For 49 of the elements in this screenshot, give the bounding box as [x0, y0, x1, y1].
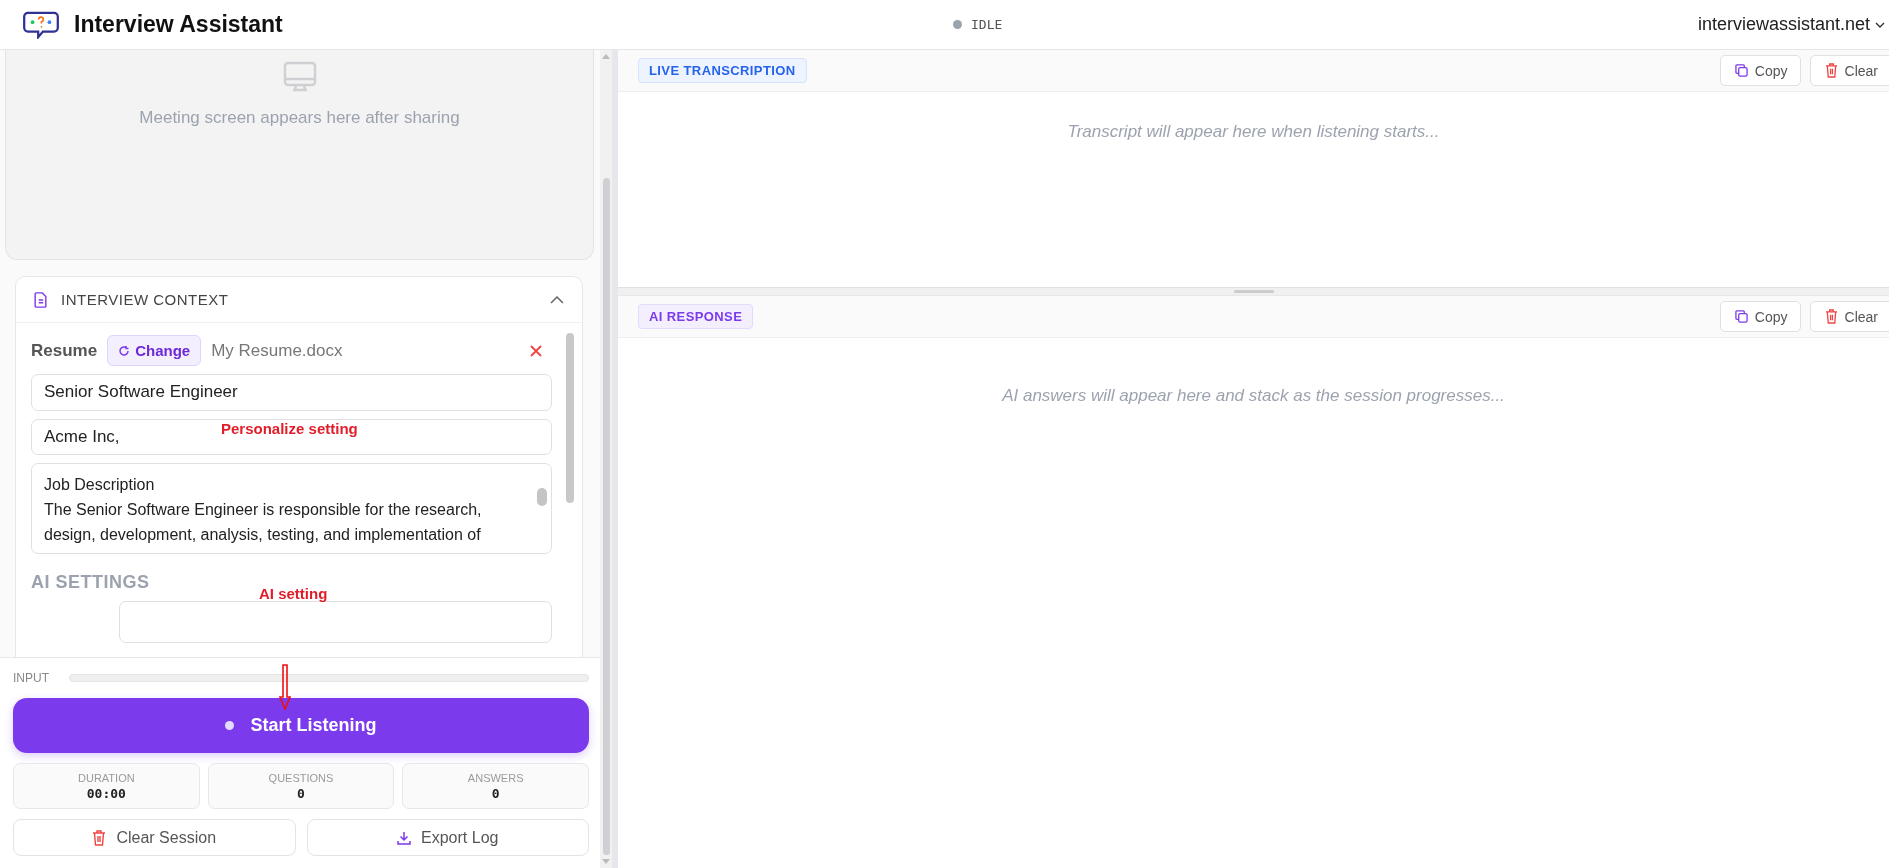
scrollbar[interactable] [600, 50, 612, 868]
copy-icon [1734, 310, 1748, 323]
interview-context-header[interactable]: INTERVIEW CONTEXT [16, 277, 582, 323]
resume-filename: My Resume.docx [211, 340, 344, 361]
input-label: INPUT [13, 671, 49, 685]
stat-value: 0 [491, 785, 500, 801]
download-icon [397, 830, 412, 845]
annotation-text: AI setting [259, 585, 328, 602]
annotation-text: Personalize setting [221, 420, 358, 437]
domain-dropdown[interactable]: interviewassistant.net [1697, 14, 1889, 35]
scroll-up-arrow-icon[interactable] [602, 54, 610, 59]
transcript-area: Transcript will appear here when listening starts... [618, 92, 1889, 287]
clear-session-button[interactable]: Clear Session [13, 819, 296, 856]
remove-icon[interactable] [530, 344, 542, 357]
stat-value: 0 [297, 785, 305, 801]
status-label: IDLE [971, 17, 1003, 32]
preview-message: Meeting screen appears here after sharing [139, 108, 460, 128]
stat-value: 00:00 [86, 785, 126, 801]
response-area: AI answers will appear here and stack as the session progresses... [618, 338, 1889, 868]
chat-bubble-logo-icon [22, 10, 60, 39]
monitor-icon [282, 60, 317, 94]
clear-button[interactable]: Clear [1809, 55, 1889, 86]
panel-label: LIVE TRANSCRIPTION [638, 58, 807, 83]
start-listening-button[interactable]: Start Listening [13, 698, 589, 753]
change-button[interactable]: Change [107, 335, 202, 366]
resume-label: Resume [31, 340, 98, 361]
panel-label: AI RESPONSE [638, 304, 754, 329]
clear-button[interactable]: Clear [1809, 301, 1889, 332]
refresh-icon [118, 344, 131, 357]
app-title: Interview Assistant [74, 11, 283, 38]
trash-icon [92, 829, 107, 846]
arrow-annotation [279, 664, 291, 710]
status-dot-icon [953, 20, 962, 29]
trash-icon [1824, 309, 1838, 324]
job-title-field[interactable]: Senior Software Engineer [31, 374, 552, 411]
caret-icon [1875, 21, 1885, 28]
trash-icon [1824, 63, 1838, 78]
copy-icon [1734, 64, 1748, 77]
ai-settings-heading: AI SETTINGS [31, 572, 151, 593]
stat-label: QUESTIONS [268, 771, 334, 784]
scroll-down-arrow-icon[interactable] [602, 859, 610, 864]
stat-label: DURATION [78, 771, 135, 784]
select-field[interactable] [119, 601, 552, 643]
document-icon [34, 291, 47, 308]
job-description-field[interactable]: Job Description The Senior Software Engineer is responsible for the research, design, development, analysis, testing, and implementation of [31, 463, 552, 554]
export-log-button[interactable]: Export Log [306, 819, 589, 856]
stat-label: ANSWERS [467, 771, 524, 784]
copy-button[interactable]: Copy [1719, 301, 1801, 332]
copy-button[interactable]: Copy [1719, 55, 1801, 86]
